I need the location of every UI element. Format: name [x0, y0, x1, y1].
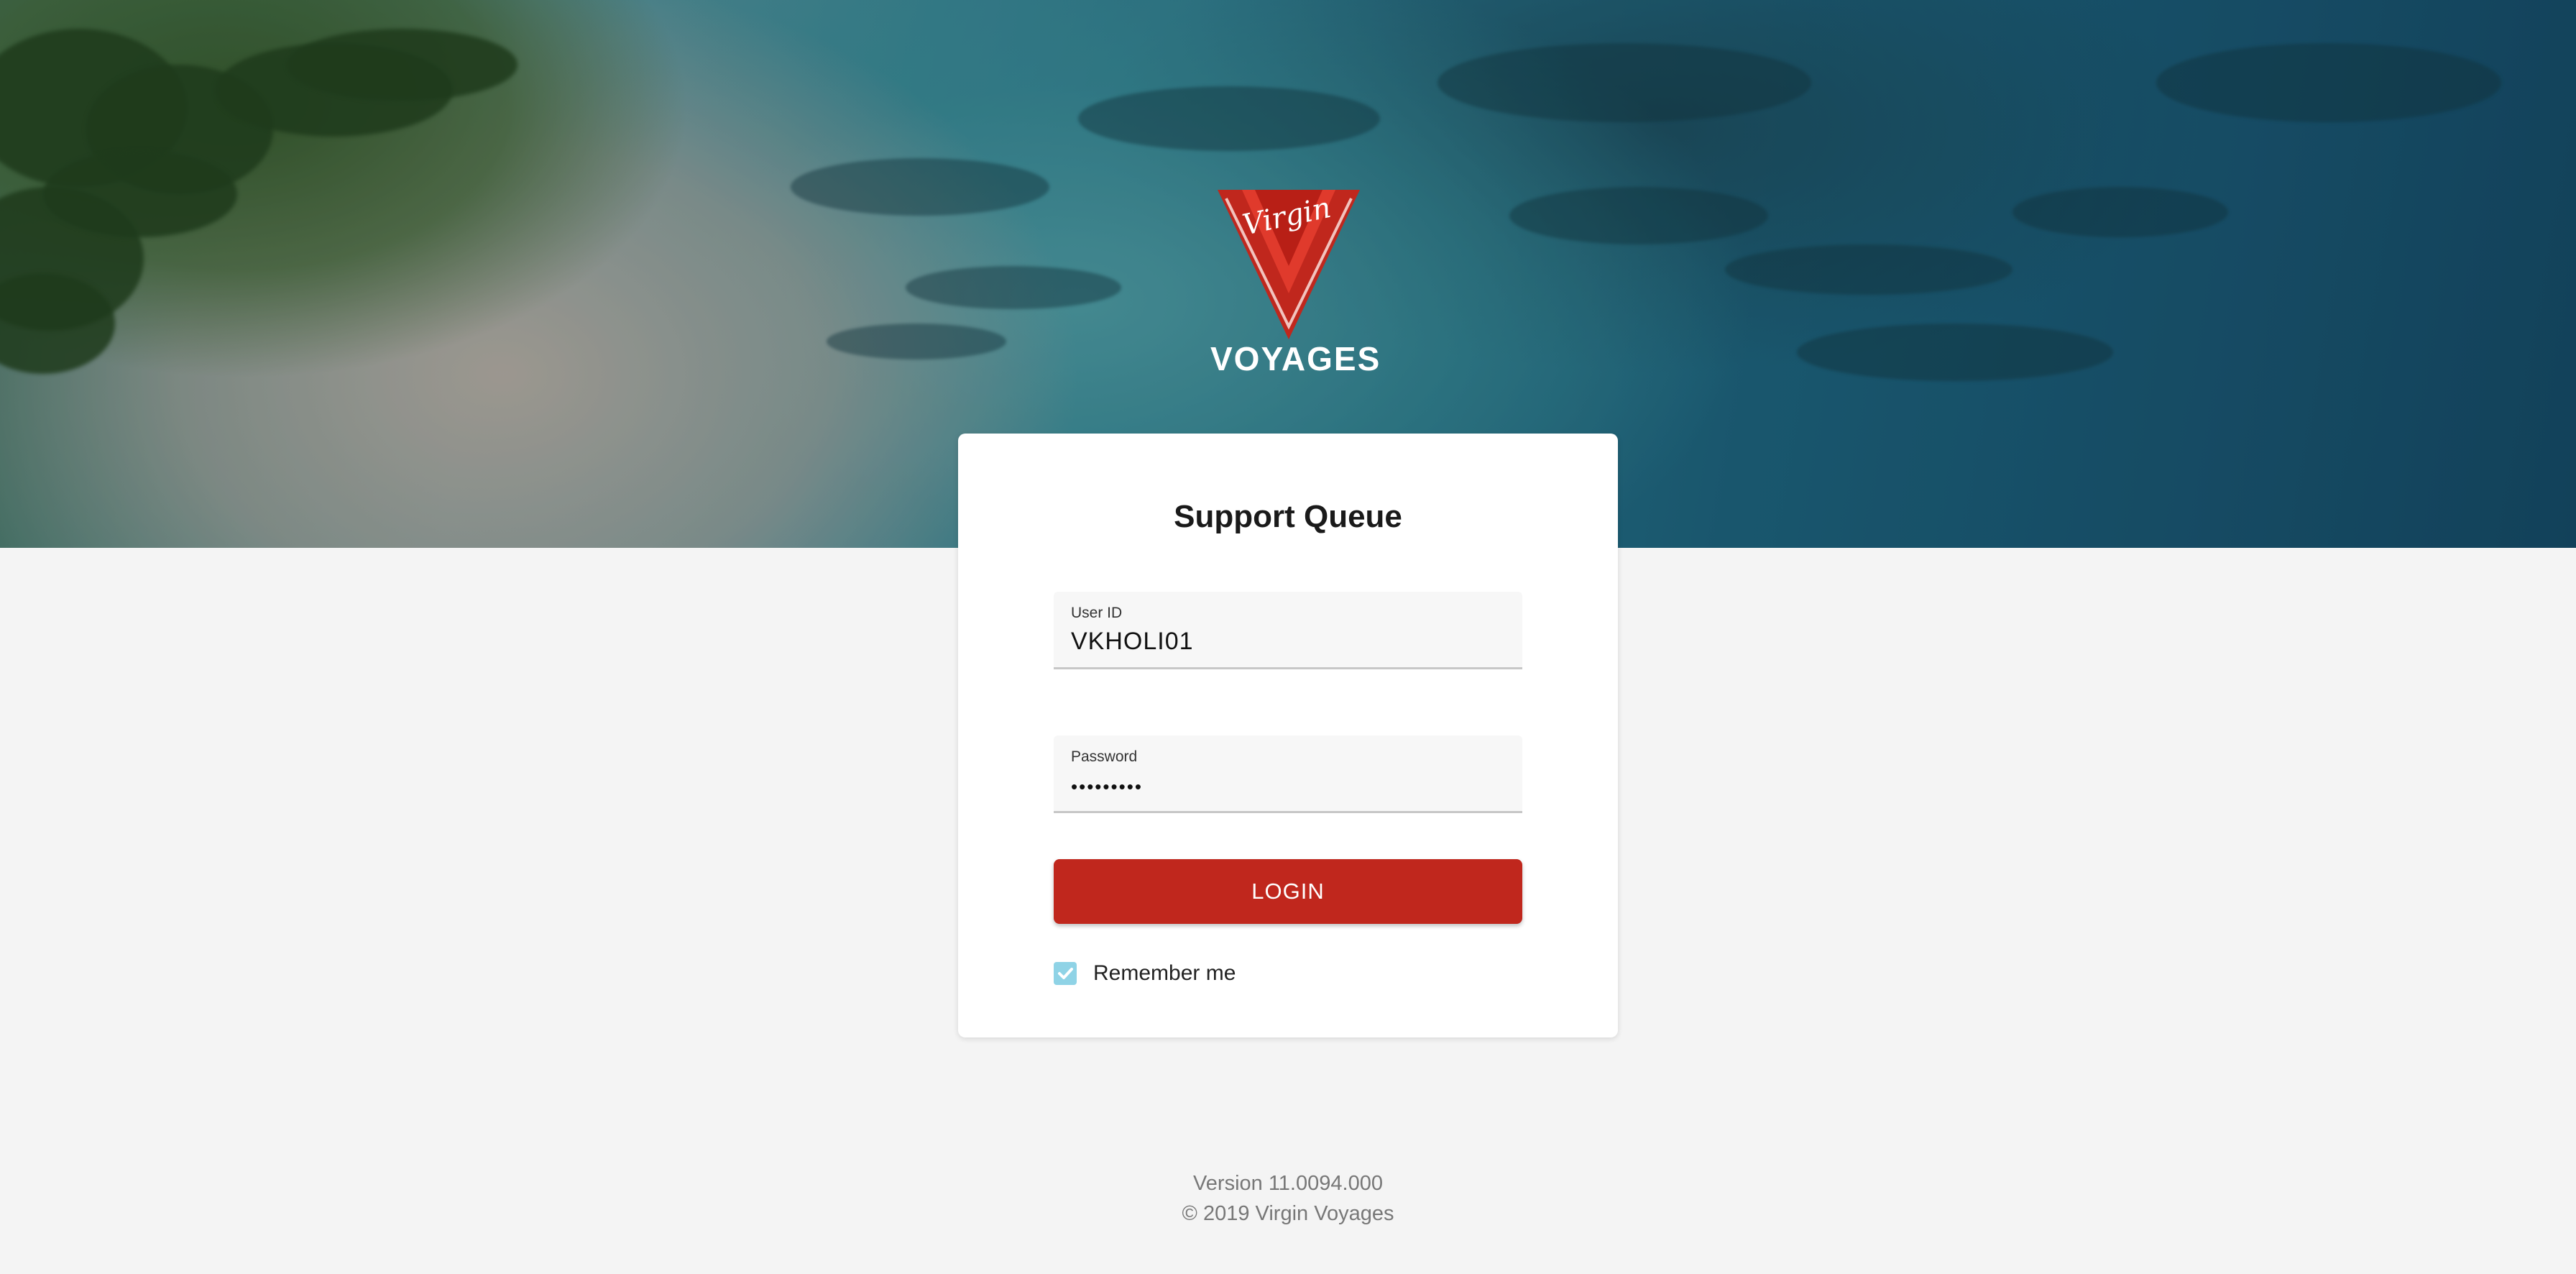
user-id-label: User ID [1071, 605, 1123, 621]
logo-v-mark: Virgin [1218, 190, 1360, 339]
user-id-input[interactable]: VKHOLI01 [1071, 628, 1194, 656]
password-label: Password [1071, 748, 1138, 765]
password-input[interactable]: ••••••••• [1071, 776, 1143, 798]
login-button[interactable]: LOGIN [1054, 859, 1522, 924]
copyright-text: © 2019 Virgin Voyages [1182, 1202, 1394, 1225]
remember-me-checkbox[interactable] [1054, 962, 1077, 985]
login-card: Support Queue User ID VKHOLI01 Password … [958, 434, 1618, 1037]
virgin-voyages-logo: Virgin VOYAGES [1210, 185, 1381, 387]
logo-wordmark: VOYAGES [1210, 340, 1381, 377]
user-id-field[interactable]: User ID VKHOLI01 [1054, 592, 1522, 669]
remember-me-label: Remember me [1093, 961, 1236, 985]
remember-me-toggle[interactable]: Remember me [1054, 961, 1236, 986]
version-text: Version 11.0094.000 [1193, 1172, 1383, 1195]
password-field[interactable]: Password ••••••••• [1054, 735, 1522, 813]
page-title: Support Queue [1174, 499, 1402, 534]
checkmark-icon [1058, 968, 1073, 979]
